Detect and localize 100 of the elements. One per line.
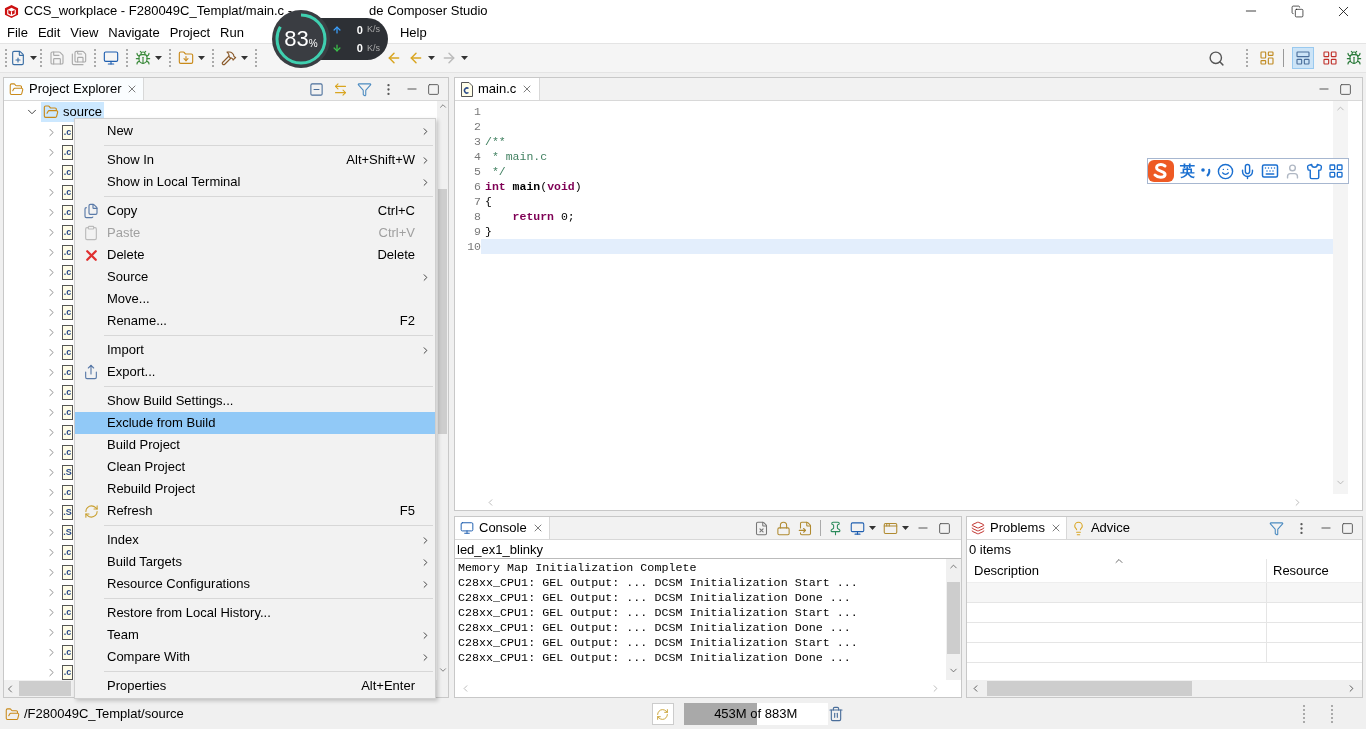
display-console-icon[interactable] [850,520,865,536]
menu-item[interactable]: File [2,22,33,43]
filter-icon[interactable] [1269,520,1284,536]
column-header[interactable]: Resource [1267,559,1362,582]
maximize-icon[interactable] [1339,82,1352,96]
menu-item[interactable]: Help [394,22,432,43]
scroll-thumb[interactable] [987,681,1192,696]
new-file-icon[interactable] [10,50,26,66]
link-icon[interactable] [333,81,348,97]
scroll-down-icon[interactable] [437,665,448,675]
menu-item[interactable]: Show Build Settings... [75,390,435,412]
menu-item[interactable]: Resource Configurations [75,573,435,595]
menu-item[interactable]: Show In Alt+Shift+W [75,149,435,171]
column-header[interactable]: Description [967,559,1267,582]
search-icon[interactable] [1208,49,1225,67]
menu-item[interactable]: Delete Delete [75,244,435,266]
line-number: 2 [473,118,481,135]
panel-tab[interactable]: Advice [1066,517,1134,539]
bug-icon[interactable] [135,50,151,66]
save-all-icon[interactable] [71,50,87,66]
menu-item[interactable]: New [75,120,435,142]
menu-item[interactable]: Project [164,22,216,43]
editor-tab[interactable]: main.c [455,78,541,100]
menu-item[interactable]: Team [75,624,435,646]
menu-item[interactable]: Properties Alt+Enter [75,675,435,697]
panel-tab[interactable]: Project Explorer [4,78,145,100]
clear-console-icon[interactable] [754,520,769,536]
file-icon: .c [62,124,73,140]
file-icon: .c [62,284,73,300]
microphone-icon[interactable] [1239,162,1256,180]
monitor-icon[interactable] [103,50,119,66]
bug-icon[interactable] [1346,50,1362,66]
items-count: 0 items [968,541,1012,559]
console-name: led_ex1_blinky [455,540,961,559]
scroll-up-icon[interactable] [437,101,448,111]
back-icon[interactable] [386,50,402,66]
maximize-icon[interactable] [1341,521,1354,535]
tree-item[interactable]: source [41,102,105,122]
menu-item[interactable]: Refresh F5 [75,500,435,522]
file-icon: .c [62,604,73,620]
menu-item[interactable]: Navigate [103,22,165,43]
panel-tab[interactable]: Console [455,517,550,539]
menu-item[interactable]: Import [75,339,435,361]
pin-icon[interactable] [828,520,843,536]
caret-icon[interactable] [30,56,37,60]
menu-item[interactable]: Exclude from Build [75,412,435,434]
menu-item[interactable]: Rebuild Project [75,478,435,500]
file-icon: .c [62,344,73,360]
perspective-button[interactable] [1292,47,1314,69]
caret-icon[interactable] [902,526,909,530]
scroll-thumb[interactable] [19,681,71,696]
menu-item[interactable]: Build Project [75,434,435,456]
caret-icon[interactable] [155,56,162,60]
app-logo-icon [4,3,19,19]
caret-icon[interactable] [198,56,205,60]
menu-item[interactable]: Source [75,266,435,288]
collapse-icon[interactable] [309,81,324,97]
menu-item[interactable]: Compare With [75,646,435,668]
menu-item[interactable]: Copy Ctrl+C [75,200,435,222]
menu-item[interactable]: Run [215,22,249,43]
panel-tab[interactable]: Problems [967,517,1067,539]
shirt-icon[interactable] [1306,162,1323,180]
menu-item[interactable]: Export... [75,361,435,383]
word-wrap-icon[interactable] [798,520,813,536]
menu-item[interactable]: Rename... F2 [75,310,435,332]
menu-item[interactable]: Clean Project [75,456,435,478]
maximize-icon[interactable] [938,521,951,535]
menu-item[interactable]: View [65,22,104,43]
caret-icon[interactable] [869,526,876,530]
menu-item[interactable]: Show in Local Terminal [75,171,435,193]
caret-icon[interactable] [428,56,435,60]
menu-item[interactable]: Edit [32,22,66,43]
filter-icon[interactable] [357,81,372,97]
file-icon: .c [62,364,73,380]
menu-item[interactable]: Build Targets [75,551,435,573]
console-icon [460,521,474,535]
person-icon[interactable] [1284,162,1301,180]
trash-icon[interactable] [827,706,844,722]
code-line: return 0; [511,208,575,225]
menu-item[interactable]: Restore from Local History... [75,602,435,624]
language-mode[interactable]: 英 [1180,159,1195,183]
status-button[interactable] [651,703,674,725]
save-icon[interactable] [49,50,65,66]
scroll-lock-icon[interactable] [776,520,791,536]
caret-icon[interactable] [461,56,468,60]
scroll-thumb[interactable] [947,582,960,654]
ime-logo-icon[interactable] [1147,159,1175,183]
keyboard-icon[interactable] [1261,162,1279,180]
menu-item[interactable]: Index [75,529,435,551]
restore-icon[interactable] [1290,4,1304,18]
grid-icon[interactable] [1328,163,1344,179]
hammer-icon[interactable] [221,50,237,66]
menu-item[interactable]: Move... [75,288,435,310]
grid-icon[interactable] [1322,50,1338,66]
scroll-thumb[interactable] [438,189,447,434]
smiley-icon[interactable] [1217,162,1234,180]
shortcut-label: F2 [399,312,415,331]
maximize-icon[interactable] [427,82,440,96]
caret-icon[interactable] [241,56,248,60]
perspective-icon[interactable] [1259,50,1275,66]
